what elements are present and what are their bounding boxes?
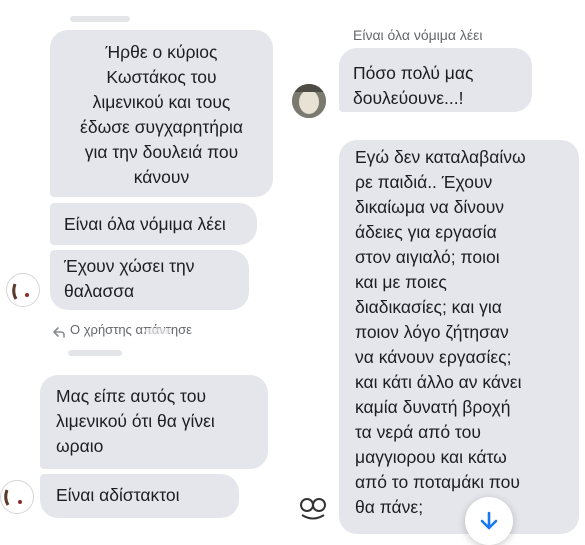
message-bubble[interactable]: Εγώ δεν καταλαβαίνω ρε παιδιά.. Έχουν δι…: [339, 140, 579, 534]
avatar-image-icon: [292, 84, 326, 118]
redacted-name: [145, 328, 171, 334]
avatar[interactable]: [296, 491, 330, 525]
message-bubble[interactable]: Είναι αδίστακτοι: [40, 474, 239, 518]
right-conversation: Είναι όλα νόμιμα λέει Πόσο πολύ μας δουλ…: [290, 0, 585, 542]
avatar[interactable]: [292, 84, 326, 118]
avatar-image-icon: [4, 489, 22, 506]
avatar-image-icon: [12, 283, 29, 300]
quoted-message-preview: Είναι όλα νόμιμα λέει: [353, 27, 483, 43]
arrow-down-icon: [480, 511, 498, 530]
message-bubble[interactable]: Είναι όλα νόμιμα λέει: [50, 203, 257, 245]
message-bubble[interactable]: Πόσο πολύ μας δουλεύουνε...!: [339, 48, 532, 112]
avatar-image-icon: [300, 498, 326, 520]
redacted-quote: [68, 350, 122, 356]
reply-arrow-icon: [53, 327, 65, 338]
message-bubble[interactable]: Ήρθε ο κύριος Κωστάκος του λιμενικού και…: [50, 30, 273, 197]
avatar[interactable]: [0, 480, 34, 514]
avatar[interactable]: [6, 273, 40, 307]
message-bubble[interactable]: Έχουν χώσει την θαλασσα: [50, 250, 249, 310]
redacted-name: [70, 16, 130, 22]
left-conversation: Ήρθε ο κύριος Κωστάκος του λιμενικού και…: [0, 0, 285, 542]
message-bubble[interactable]: Μας είπε αυτός του λιμενικού ότι θα γίνε…: [40, 375, 268, 469]
reply-indicator: Ο χρήστης απάντησε: [50, 321, 280, 341]
reply-label: Ο χρήστης απάντησε: [70, 322, 192, 337]
scroll-to-bottom-button[interactable]: [465, 497, 513, 545]
